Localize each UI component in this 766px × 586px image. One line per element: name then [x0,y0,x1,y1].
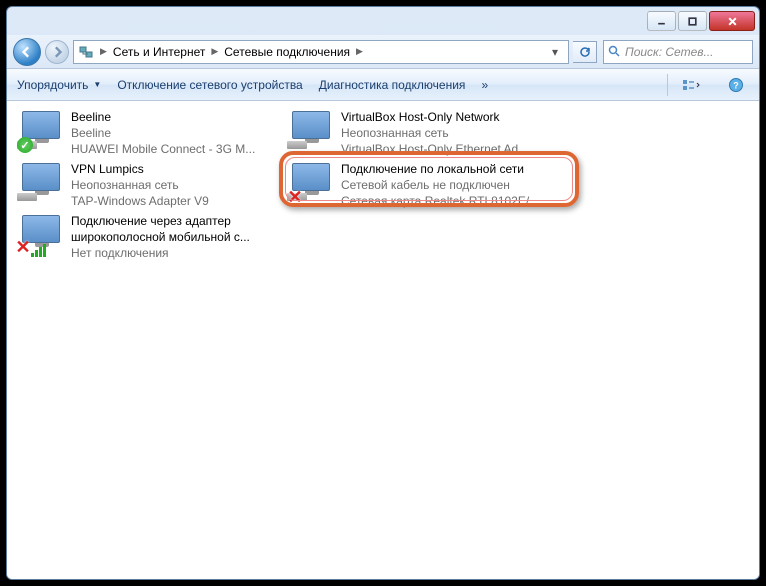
connection-status: Нет подключения [71,245,279,261]
connection-name: Подключение по локальной сети [341,161,549,177]
explorer-window: ▶ Сеть и Интернет ▶ Сетевые подключения … [6,6,760,580]
connection-icon: ✕ [287,161,335,205]
chevron-right-icon: ▶ [354,46,365,57]
connection-status: Неопознанная сеть [71,177,279,193]
view-options-button[interactable] [667,74,707,96]
address-dropdown[interactable]: ▾ [546,45,564,59]
toolbar: Упорядочить▼ Отключение сетевого устройс… [7,69,759,101]
connection-device: Сетевая карта Realtek RTL8102E/... [341,193,549,209]
disable-device-button[interactable]: Отключение сетевого устройства [117,78,302,92]
chevron-right-icon: ▶ [98,46,109,57]
connection-status: Неопознанная сеть [341,125,549,141]
maximize-button[interactable] [678,11,707,31]
connection-item-highlighted[interactable]: ✕ Подключение по локальной сети Сетевой … [283,159,553,211]
diagnose-button[interactable]: Диагностика подключения [319,78,466,92]
close-button[interactable] [709,11,755,31]
connection-item[interactable]: VPN Lumpics Неопознанная сеть TAP-Window… [13,159,283,211]
connection-item[interactable]: ✓ Beeline Beeline HUAWEI Mobile Connect … [13,107,283,159]
connection-status: Beeline [71,125,279,141]
connection-name: VPN Lumpics [71,161,279,177]
network-icon [78,44,94,60]
breadcrumb-part[interactable]: Сеть и Интернет [113,45,205,59]
connection-name: Beeline [71,109,279,125]
nav-bar: ▶ Сеть и Интернет ▶ Сетевые подключения … [7,35,759,69]
connection-item[interactable]: ✕ Подключение через адаптер широкополосн… [13,211,283,263]
connection-item[interactable]: VirtualBox Host-Only Network Неопознанна… [283,107,553,159]
toolbar-overflow[interactable]: » [481,78,488,92]
connection-icon: ✕ [17,213,65,257]
svg-text:?: ? [733,80,739,90]
status-error-icon: ✕ [287,189,303,205]
connection-device: HUAWEI Mobile Connect - 3G M... [71,141,279,157]
address-bar[interactable]: ▶ Сеть и Интернет ▶ Сетевые подключения … [73,40,569,64]
forward-button[interactable] [45,40,69,64]
connection-icon [17,161,65,205]
titlebar [7,7,759,35]
help-button[interactable]: ? [723,74,749,96]
status-ok-icon: ✓ [17,137,33,153]
status-error-icon: ✕ [15,239,31,255]
connection-icon [287,109,335,153]
search-input[interactable]: Поиск: Сетев... [603,40,753,64]
connection-device: VirtualBox Host-Only Ethernet Ad... [341,141,549,157]
connection-status: Сетевой кабель не подключен [341,177,549,193]
back-button[interactable] [13,38,41,66]
connections-pane: ✓ Beeline Beeline HUAWEI Mobile Connect … [7,101,759,579]
signal-bars-icon [31,244,46,257]
search-placeholder: Поиск: Сетев... [625,45,714,59]
connection-name: VirtualBox Host-Only Network [341,109,549,125]
minimize-button[interactable] [647,11,676,31]
connection-device: TAP-Windows Adapter V9 [71,193,279,209]
refresh-button[interactable] [573,41,597,63]
chevron-right-icon: ▶ [209,46,220,57]
connection-name: Подключение через адаптер широкополосной… [71,213,279,245]
search-icon [608,45,621,58]
organize-menu[interactable]: Упорядочить▼ [17,78,101,92]
connection-icon: ✓ [17,109,65,153]
breadcrumb-part[interactable]: Сетевые подключения [224,45,350,59]
